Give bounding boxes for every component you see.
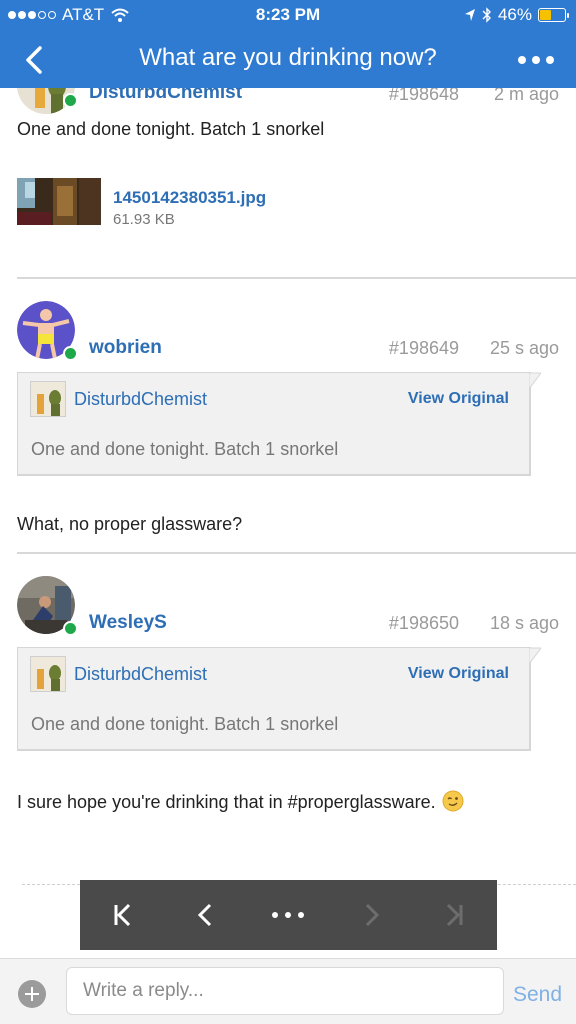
post-time: 18 s ago (489, 613, 559, 633)
nav-bar: What are you drinking now? (0, 32, 576, 88)
reply-input[interactable] (66, 967, 504, 1015)
quote-author[interactable]: DisturbdChemist (74, 664, 207, 685)
quote-avatar (30, 656, 66, 692)
add-attachment-icon[interactable] (18, 980, 46, 1008)
view-original-link[interactable]: View Original (408, 390, 509, 408)
status-right: 46% (464, 5, 569, 25)
online-indicator (63, 621, 78, 636)
quoted-post: DisturbdChemist View Original One and do… (17, 647, 541, 751)
username[interactable]: WesleyS (89, 612, 167, 634)
previous-page-button[interactable] (163, 880, 246, 950)
online-indicator (63, 346, 78, 361)
view-original-link[interactable]: View Original (408, 665, 509, 683)
post-divider (17, 277, 576, 279)
location-arrow-icon (464, 9, 475, 21)
post-body: One and done tonight. Batch 1 snorkel (17, 119, 325, 139)
post-body-text: I sure hope you're drinking that in #pro… (17, 792, 436, 812)
bluetooth-icon (482, 7, 491, 23)
post-body: I sure hope you're drinking that in #pro… (17, 790, 464, 813)
post-divider (17, 552, 576, 554)
next-page-button[interactable] (330, 880, 413, 950)
reply-bar: Send (0, 958, 576, 1024)
more-pages-button[interactable] (247, 880, 330, 950)
post-number: #198650 (388, 613, 459, 633)
more-icon (272, 912, 305, 918)
quote-corner (529, 647, 541, 665)
quote-text: One and done tonight. Batch 1 snorkel (31, 714, 339, 734)
quoted-post: DisturbdChemist View Original One and do… (17, 372, 541, 476)
post-number: #198649 (388, 338, 459, 358)
chevron-left-icon (197, 903, 212, 927)
attachment-thumbnail[interactable] (17, 178, 101, 225)
attachment-filename[interactable]: 1450142380351.jpg (113, 188, 266, 208)
quote-author[interactable]: DisturbdChemist (74, 389, 207, 410)
pagination-bar (80, 880, 497, 950)
last-page-icon (447, 903, 463, 927)
page-title: What are you drinking now? (139, 44, 437, 71)
first-page-button[interactable] (80, 880, 163, 950)
quote-corner (529, 372, 541, 390)
quote-avatar (30, 381, 66, 417)
quote-text: One and done tonight. Batch 1 snorkel (31, 439, 339, 459)
post-body: What, no proper glassware? (17, 514, 243, 534)
more-options-button[interactable] (518, 56, 554, 64)
post-time: 25 s ago (489, 338, 559, 358)
battery-percent: 46% (497, 5, 532, 24)
thread-screen: DisturbdChemist #198648 2 m ago One and … (0, 0, 576, 1024)
post-header: WesleyS #198650 18 s ago (17, 576, 559, 636)
status-bar: AT&T 8:23 PM 46% (0, 0, 576, 32)
attachment-size: 61.93 KB (113, 211, 175, 228)
winking-face-icon (442, 790, 464, 812)
online-indicator (63, 93, 78, 108)
first-page-icon (114, 903, 130, 927)
chevron-right-icon (365, 903, 379, 927)
battery-icon (538, 8, 569, 22)
battery-fill (540, 10, 552, 20)
app-header: AT&T 8:23 PM 46% What are you drinking n… (0, 0, 576, 88)
post-header: wobrien #198649 25 s ago (17, 301, 559, 361)
last-page-button[interactable] (414, 880, 497, 950)
username[interactable]: wobrien (89, 337, 162, 359)
send-button[interactable]: Send (513, 983, 562, 1007)
